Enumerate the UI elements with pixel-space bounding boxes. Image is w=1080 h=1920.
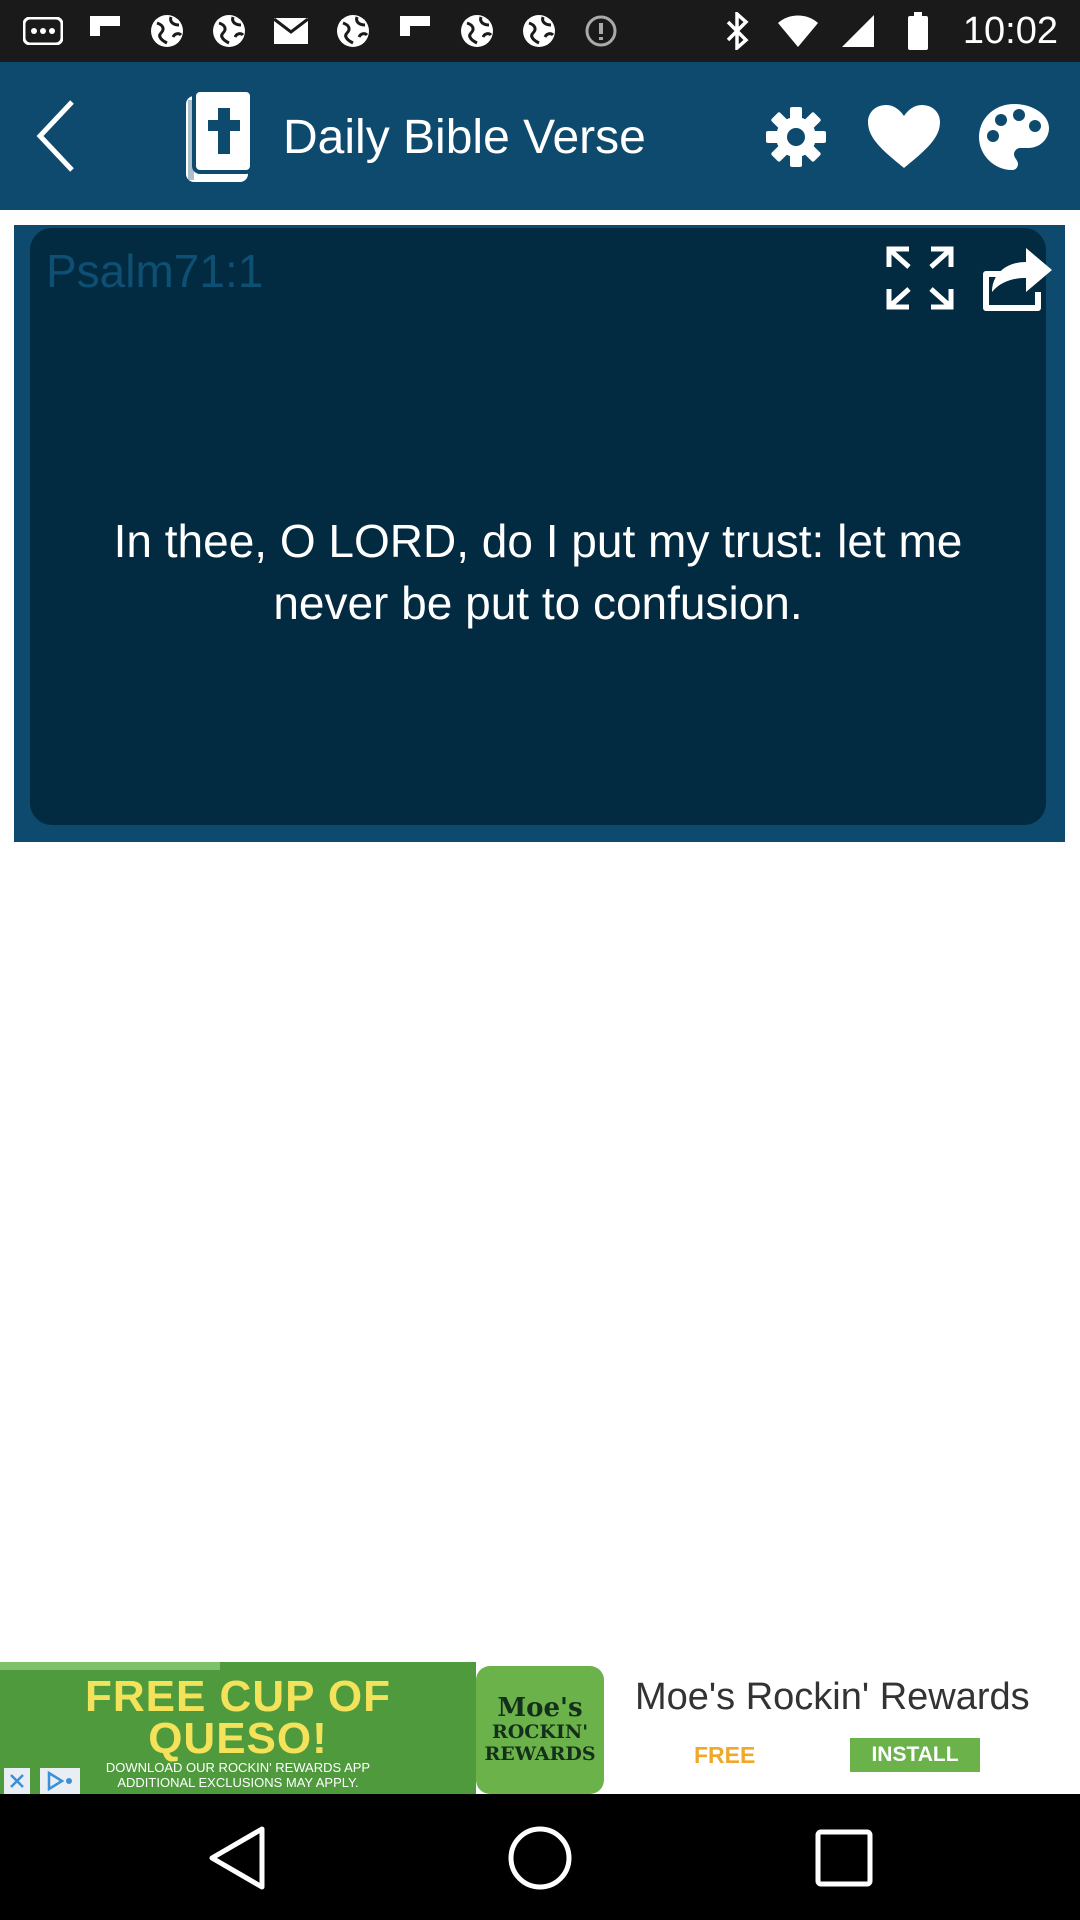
system-nav-bar — [0, 1794, 1080, 1920]
ad-logo-line1: Moe's — [497, 1693, 583, 1723]
ad-close-button[interactable] — [4, 1768, 30, 1794]
heart-icon — [868, 105, 940, 168]
wifi-icon — [777, 10, 819, 52]
globe-icon — [456, 10, 498, 52]
more-icon — [22, 10, 64, 52]
ad-app-title[interactable]: Moe's Rockin' Rewards — [635, 1676, 1030, 1719]
ad-headline: FREE CUP OF QUESO! — [0, 1675, 476, 1761]
ad-banner[interactable]: FREE CUP OF QUESO! DOWNLOAD OUR ROCKIN' … — [0, 1662, 1080, 1794]
globe-icon — [332, 10, 374, 52]
ad-choices-icon — [47, 1771, 72, 1791]
status-bar: 10:02 — [0, 0, 1080, 62]
theme-button[interactable] — [976, 102, 1052, 172]
verse-card-body: Psalm71:1 In thee, O LORD, do I put my t… — [30, 228, 1052, 825]
app-bar: Daily Bible Verse — [0, 62, 1080, 210]
globe-icon — [146, 10, 188, 52]
ad-price: FREE — [694, 1742, 756, 1768]
mail-icon — [270, 10, 312, 52]
ad-logo-text: Moe's ROCKIN' REWARDS — [484, 1695, 596, 1765]
data-saver-icon — [580, 10, 622, 52]
settings-icon — [766, 107, 826, 167]
nav-home-button[interactable] — [498, 1816, 582, 1900]
bluetooth-icon — [717, 10, 759, 52]
globe-icon — [208, 10, 250, 52]
back-button[interactable] — [18, 98, 94, 174]
nav-recents-button[interactable] — [802, 1816, 886, 1900]
ad-headline-text: FREE CUP OF QUESO! — [84, 1672, 391, 1763]
share-button[interactable] — [978, 240, 1054, 316]
expand-icon — [886, 246, 954, 310]
ad-app-logo[interactable]: Moe's ROCKIN' REWARDS — [476, 1666, 604, 1794]
share-icon — [983, 248, 1052, 311]
nav-back-button[interactable] — [196, 1816, 280, 1900]
palette-icon — [979, 104, 1049, 170]
ad-logo-line3: REWARDS — [484, 1743, 596, 1765]
screen: 10:02 Daily Bible Verse Psalm71:1 In the… — [0, 0, 1080, 1920]
ad-promo-panel[interactable]: FREE CUP OF QUESO! DOWNLOAD OUR ROCKIN' … — [0, 1662, 476, 1794]
ad-choices-button[interactable] — [40, 1768, 80, 1794]
flipboard-icon — [394, 10, 436, 52]
favorites-button[interactable] — [866, 102, 942, 172]
globe-icon — [518, 10, 560, 52]
clock-time: 10:02 — [962, 9, 1058, 52]
battery-icon — [897, 10, 939, 52]
settings-button[interactable] — [758, 102, 834, 172]
verse-card: Psalm71:1 In thee, O LORD, do I put my t… — [14, 225, 1065, 842]
verse-reference: Psalm71:1 — [46, 245, 264, 297]
fullscreen-button[interactable] — [882, 240, 958, 316]
notification-icons — [22, 10, 622, 52]
home-circle-icon — [508, 1826, 572, 1890]
verse-text: In thee, O LORD, do I put my trust: let … — [113, 515, 963, 629]
back-triangle-icon — [209, 1826, 265, 1890]
signal-icon — [837, 10, 879, 52]
close-icon — [10, 1774, 24, 1788]
chevron-left-icon — [36, 100, 74, 172]
ad-install-button[interactable]: INSTALL — [850, 1738, 980, 1772]
ad-stripe — [0, 1662, 220, 1670]
app-title: Daily Bible Verse — [283, 111, 646, 164]
flipboard-icon — [84, 10, 126, 52]
bible-icon — [182, 88, 258, 184]
recents-square-icon — [815, 1829, 873, 1887]
ad-logo-line2: ROCKIN' — [491, 1721, 589, 1743]
system-icons: 10:02 — [717, 10, 1058, 52]
